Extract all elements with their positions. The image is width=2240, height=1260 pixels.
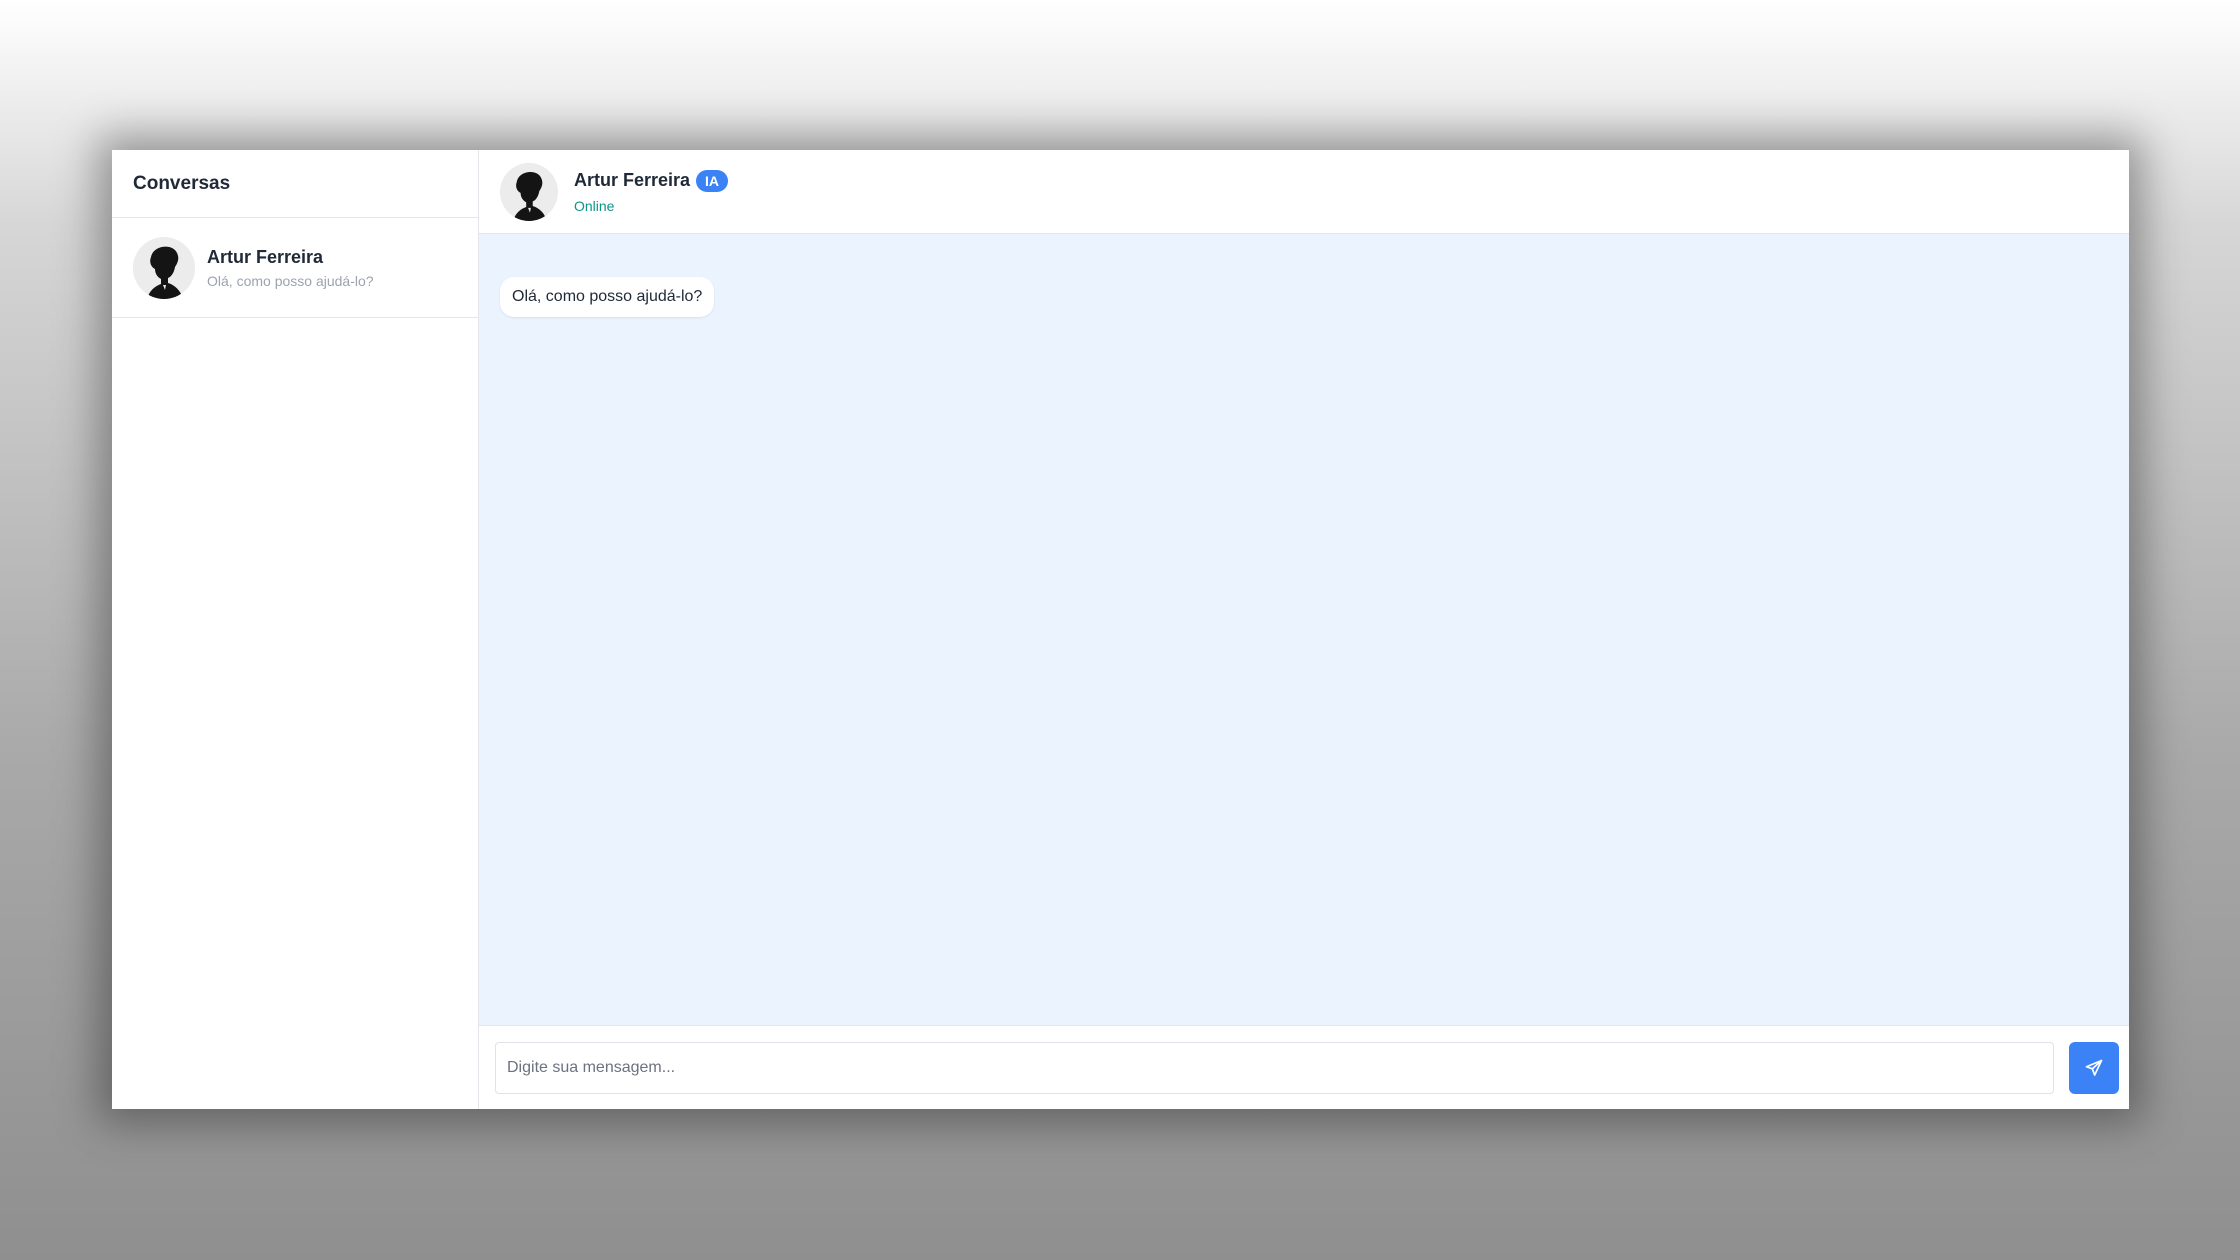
person-silhouette-icon (133, 236, 195, 299)
composer-bar (479, 1025, 2129, 1109)
send-icon (2085, 1059, 2103, 1076)
conversation-item[interactable]: Artur Ferreira Olá, como posso ajudá-lo? (112, 218, 478, 318)
ai-badge: IA (696, 169, 729, 192)
message-list: Olá, como posso ajudá-lo? (479, 234, 2129, 1025)
chat-header: Artur Ferreira IA Online (479, 150, 2129, 234)
avatar (133, 236, 195, 299)
conversation-preview: Olá, como posso ajudá-lo? (207, 272, 374, 289)
chat-app-window: Conversas Artur Ferreira Olá, como posso… (112, 150, 2129, 1109)
conversation-name: Artur Ferreira (207, 246, 324, 267)
avatar (500, 162, 558, 221)
person-silhouette-icon (500, 162, 558, 221)
contact-name: Artur Ferreira (574, 170, 691, 190)
message-input[interactable] (495, 1041, 2054, 1094)
status-text: Online (574, 197, 615, 214)
conversations-sidebar: Conversas Artur Ferreira Olá, como posso… (112, 150, 479, 1109)
sidebar-title: Conversas (112, 150, 478, 218)
send-button[interactable] (2069, 1041, 2119, 1094)
message-bubble: Olá, como posso ajudá-lo? (500, 277, 715, 317)
chat-panel: Artur Ferreira IA Online Olá, como posso… (479, 150, 2129, 1109)
